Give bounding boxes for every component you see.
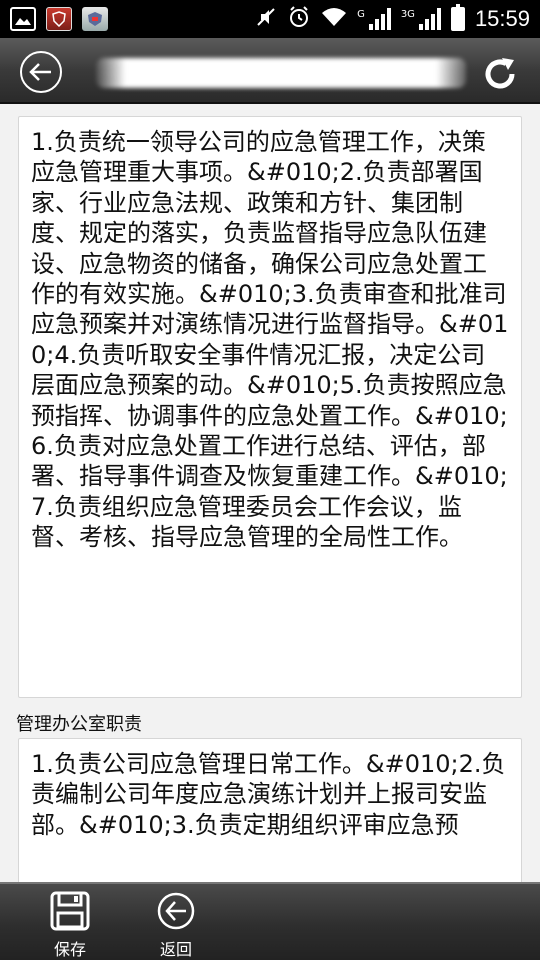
status-time: 15:59 (474, 6, 530, 31)
battery-icon (450, 4, 465, 31)
mute-icon (255, 6, 277, 33)
alarm-icon (287, 5, 311, 34)
status-bar: G 3G 15:59 (0, 0, 540, 38)
arrow-left-icon (29, 63, 51, 81)
floppy-disk-icon (50, 891, 90, 931)
header-back-button[interactable] (20, 51, 62, 93)
signal-icon (368, 8, 391, 30)
badge-app-icon (82, 7, 108, 31)
wifi-icon (321, 6, 347, 33)
page-title-redacted (96, 58, 466, 88)
shield-app-icon (46, 7, 72, 31)
back-label: 返回 (159, 940, 192, 959)
gallery-icon (10, 7, 36, 31)
app-header (0, 38, 540, 104)
save-button[interactable]: 保存 (34, 890, 106, 960)
section-title-office-duties: 管理办公室职责 (16, 714, 142, 735)
refresh-icon (485, 58, 515, 89)
back-button[interactable]: 返回 (140, 890, 212, 960)
network-type-3g: 3G (400, 8, 415, 20)
signal-3g-icon (418, 8, 441, 30)
bottom-toolbar: 保存 返回 (0, 882, 540, 960)
office-duties-card: 1.负责公司应急管理日常工作。&#010;2.负责编制公司年度应急演练计划并上报… (18, 738, 522, 882)
save-label: 保存 (53, 940, 86, 959)
back-circle-icon (157, 892, 195, 930)
office-duties-text: 1.负责公司应急管理日常工作。&#010;2.负责编制公司年度应急演练计划并上报… (31, 750, 506, 839)
responsibilities-card: 1.负责统一领导公司的应急管理工作，决策应急管理重大事项。&#010;2.负责部… (18, 116, 522, 698)
content-scroll-area[interactable]: 1.负责统一领导公司的应急管理工作，决策应急管理重大事项。&#010;2.负责部… (0, 106, 540, 882)
responsibilities-text: 1.负责统一领导公司的应急管理工作，决策应急管理重大事项。&#010;2.负责部… (31, 128, 509, 552)
network-type-g: G (357, 8, 365, 20)
refresh-button[interactable] (478, 52, 522, 96)
